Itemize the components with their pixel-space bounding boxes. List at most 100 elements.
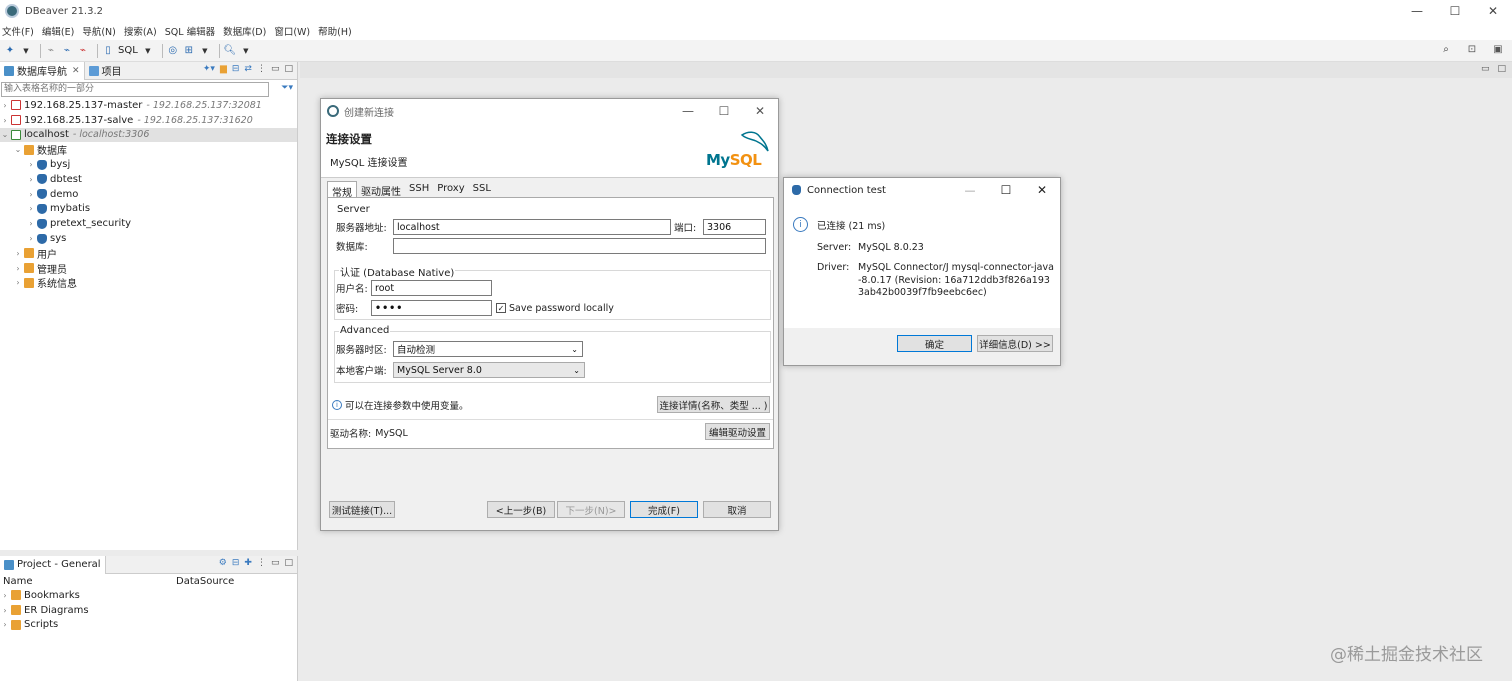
database-input[interactable] <box>393 238 766 254</box>
expand-arrow-icon[interactable]: › <box>26 175 36 184</box>
new-folder-icon[interactable]: ▆ <box>220 64 227 74</box>
ok-button[interactable]: 确定 <box>897 335 972 352</box>
expand-arrow-icon[interactable]: › <box>26 160 36 169</box>
tree-connection-master[interactable]: › 192.168.25.137-master - 192.168.25.137… <box>0 98 297 113</box>
tab-project-general[interactable]: Project - General <box>0 555 106 574</box>
table-filter-input[interactable] <box>1 81 269 97</box>
menu-help[interactable]: 帮助(H) <box>318 24 352 38</box>
menu-navigate[interactable]: 导航(N) <box>82 24 116 38</box>
tree-connection-salve[interactable]: › 192.168.25.137-salve - 192.168.25.137:… <box>0 113 297 128</box>
maximize-panel-icon[interactable]: □ <box>284 558 293 568</box>
expand-arrow-icon[interactable]: › <box>0 620 10 629</box>
column-datasource[interactable]: DataSource <box>176 576 234 587</box>
expand-arrow-icon[interactable]: › <box>13 249 23 258</box>
view-menu-icon[interactable]: ⋮ <box>257 64 266 74</box>
disconnect-icon[interactable]: ⌁ <box>61 45 73 57</box>
collapse-arrow-icon[interactable]: ⌄ <box>13 145 23 154</box>
username-input[interactable]: root <box>371 280 492 296</box>
next-button[interactable]: 下一步(N)> <box>557 501 625 518</box>
dropdown-icon[interactable]: ▼ <box>20 45 32 57</box>
expand-arrow-icon[interactable]: › <box>13 264 23 273</box>
menu-sql-editor[interactable]: SQL 编辑器 <box>165 24 215 38</box>
minimize-panel-icon[interactable]: ▭ <box>271 558 280 568</box>
test-close-button[interactable]: ✕ <box>1024 178 1060 202</box>
commit-dropdown-icon[interactable]: ▼ <box>199 45 211 57</box>
dbeaver-perspective-icon[interactable]: ▣ <box>1492 43 1504 55</box>
search-icon[interactable]: 🔍︎ <box>223 45 236 57</box>
tree-database[interactable]: › pretext_security <box>0 216 297 231</box>
maximize-button[interactable]: ☐ <box>1436 0 1474 22</box>
tree-database[interactable]: › demo <box>0 187 297 202</box>
filter-icon[interactable]: ⏷▾ <box>281 83 293 93</box>
link-editor-icon[interactable]: ⇄ <box>244 64 252 74</box>
tree-database[interactable]: › bysj <box>0 157 297 172</box>
expand-arrow-icon[interactable]: › <box>13 278 23 287</box>
transaction-icon[interactable]: ◎ <box>167 45 179 57</box>
tree-project-item[interactable]: › ER Diagrams <box>0 603 297 618</box>
expand-arrow-icon[interactable]: › <box>26 219 36 228</box>
details-button[interactable]: 详细信息(D) >> <box>977 335 1053 352</box>
expand-arrow-icon[interactable]: › <box>26 234 36 243</box>
collapse-all-icon[interactable]: ⊟ <box>232 64 240 74</box>
sql-button[interactable]: SQL <box>118 45 138 56</box>
back-button[interactable]: <上一步(B) <box>487 501 555 518</box>
menu-window[interactable]: 窗口(W) <box>274 24 310 38</box>
expand-arrow-icon[interactable]: › <box>26 204 36 213</box>
menu-database[interactable]: 数据库(D) <box>223 24 266 38</box>
timezone-select[interactable]: 自动检测 ⌄ <box>393 341 583 357</box>
minimize-editor-icon[interactable]: ▭ <box>1481 64 1490 74</box>
tree-database[interactable]: › sys <box>0 231 297 246</box>
collapse-arrow-icon[interactable]: ⌄ <box>0 130 10 139</box>
dialog-maximize-button[interactable]: ☐ <box>706 99 742 123</box>
menu-search[interactable]: 搜索(A) <box>124 24 157 38</box>
tree-connection-localhost[interactable]: ⌄ localhost - localhost:3306 <box>0 127 297 143</box>
save-password-checkbox[interactable]: ✓ <box>496 303 506 313</box>
collapse-icon[interactable]: ⊟ <box>232 558 240 568</box>
tab-proxy[interactable]: Proxy <box>433 181 468 197</box>
tab-ssh[interactable]: SSH <box>405 181 433 197</box>
expand-arrow-icon[interactable]: › <box>0 116 10 125</box>
tree-database[interactable]: › dbtest <box>0 172 297 187</box>
view-menu-icon[interactable]: ⋮ <box>257 558 266 568</box>
dialog-minimize-button[interactable]: — <box>670 99 706 123</box>
commit-icon[interactable]: ⊞ <box>183 45 195 57</box>
new-connection-icon[interactable]: ✦▾ <box>203 64 215 74</box>
tab-ssl[interactable]: SSL <box>469 181 495 197</box>
connection-details-button[interactable]: 连接详情(名称、类型 ... ) <box>657 396 770 413</box>
host-input[interactable]: localhost <box>393 219 671 235</box>
disconnect-all-icon[interactable]: ⌁ <box>77 45 89 57</box>
local-client-select[interactable]: MySQL Server 8.0 ⌄ <box>393 362 585 378</box>
tree-folder-databases[interactable]: ⌄ 数据库 <box>0 142 297 157</box>
minimize-button[interactable]: — <box>1398 0 1436 22</box>
tree-project-item[interactable]: › Bookmarks <box>0 588 297 603</box>
settings-icon[interactable]: ⚙ <box>219 558 227 568</box>
connect-icon[interactable]: ⌁ <box>45 45 57 57</box>
close-tab-icon[interactable]: ✕ <box>72 66 80 76</box>
cancel-button[interactable]: 取消 <box>703 501 771 518</box>
test-connection-button[interactable]: 测试链接(T)... <box>329 501 395 518</box>
tree-folder-users[interactable]: › 用户 <box>0 246 297 261</box>
new-connection-icon[interactable]: ✦ <box>4 45 16 57</box>
close-button[interactable]: ✕ <box>1474 0 1512 22</box>
column-name[interactable]: Name <box>0 576 176 587</box>
maximize-editor-icon[interactable]: □ <box>1497 64 1506 74</box>
dialog-close-button[interactable]: ✕ <box>742 99 778 123</box>
port-input[interactable]: 3306 <box>703 219 766 235</box>
open-perspective-icon[interactable]: ⊡ <box>1466 43 1478 55</box>
tree-database[interactable]: › mybatis <box>0 202 297 217</box>
tab-driver-properties[interactable]: 驱动属性 <box>357 181 405 198</box>
maximize-panel-icon[interactable]: □ <box>284 64 293 74</box>
tree-project-item[interactable]: › Scripts <box>0 618 297 633</box>
search-dropdown-icon[interactable]: ▼ <box>240 45 252 57</box>
sql-dropdown-icon[interactable]: ▼ <box>142 45 154 57</box>
minimize-panel-icon[interactable]: ▭ <box>271 64 280 74</box>
tree-folder-admins[interactable]: › 管理员 <box>0 261 297 276</box>
edit-driver-button[interactable]: 编辑驱动设置 <box>705 423 770 440</box>
finish-button[interactable]: 完成(F) <box>630 501 698 518</box>
add-icon[interactable]: ✚ <box>244 558 252 568</box>
menu-file[interactable]: 文件(F) <box>2 24 34 38</box>
tab-general[interactable]: 常规 <box>327 181 357 199</box>
global-search-icon[interactable]: ⌕ <box>1440 43 1452 55</box>
menu-edit[interactable]: 编辑(E) <box>42 24 74 38</box>
expand-arrow-icon[interactable]: › <box>0 591 10 600</box>
